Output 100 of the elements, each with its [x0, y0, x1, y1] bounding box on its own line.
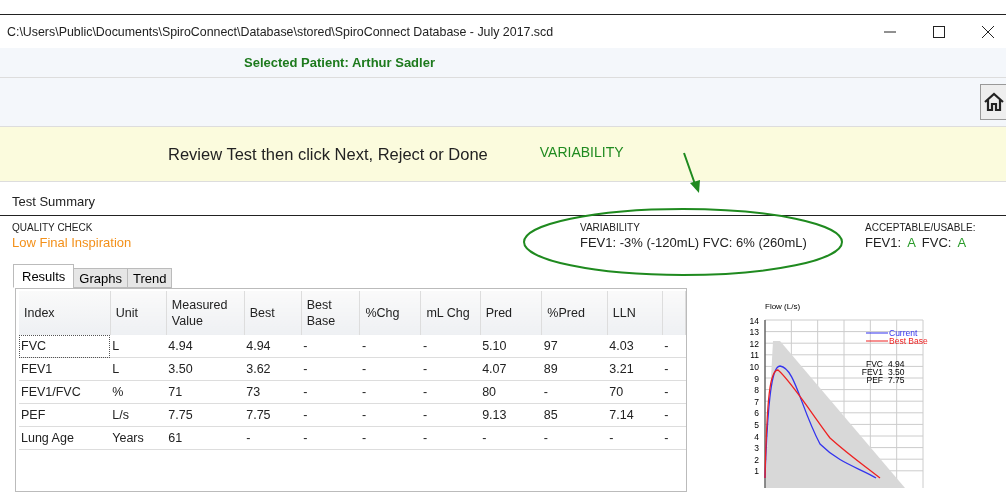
column-header: %Pred [541, 291, 608, 335]
tab[interactable]: Results [13, 264, 75, 288]
table-cell: 89 [541, 357, 608, 381]
table-cell: Years [110, 426, 167, 450]
selected-patient-label: Selected Patient: Arthur Sadler [244, 55, 435, 70]
table-cell: - [301, 357, 360, 381]
column-header: Index [19, 291, 111, 335]
table-cell: 97 [541, 335, 608, 358]
table-cell: 3.50 [166, 357, 245, 381]
tick-label: 8 [754, 385, 759, 396]
grade-value: A [907, 235, 916, 250]
tick-label: 13 [749, 327, 759, 338]
reading-name: PEF [866, 375, 883, 385]
column-header: Unit [110, 291, 167, 335]
table-cell: - [541, 426, 608, 450]
table-cell: 3.21 [607, 357, 663, 381]
tick-label: 1 [754, 466, 759, 477]
quality-check-label: QUALITY CHECK [12, 222, 94, 233]
table-cell: 85 [541, 403, 608, 427]
table-cell: - [244, 426, 302, 450]
variability-label: VARIABILITY [580, 222, 641, 233]
reading-value: 7.75 [888, 375, 905, 385]
table-cell: - [359, 403, 421, 427]
table-cell: - [359, 426, 421, 450]
instruction-text: Review Test then click Next, Reject or Done [168, 144, 488, 164]
table-cell: FEV1 [19, 357, 111, 381]
reading-name: FVC [866, 359, 883, 369]
table-cell: - [301, 380, 360, 404]
table-cell: 5.10 [480, 335, 542, 358]
measure-name: FEV1: [865, 235, 902, 250]
table-cell: 4.03 [607, 335, 663, 358]
table-cell: - [480, 426, 542, 450]
callout-label: VARIABILITY [539, 144, 624, 160]
table-cell: - [607, 426, 663, 450]
quality-check-value: Low Final Inspiration [12, 235, 133, 250]
table-cell: - [420, 380, 481, 404]
tick-label: 4 [754, 431, 759, 442]
table-cell: 4.94 [166, 335, 245, 358]
table-cell: - [420, 426, 481, 450]
table-cell: - [301, 403, 360, 427]
tick-label: 14 [749, 315, 759, 326]
acceptable-label: ACCEPTABLE/USABLE: [865, 222, 976, 233]
table-cell: - [420, 403, 481, 427]
table-cell: - [359, 335, 421, 358]
tick-label: 10 [749, 361, 759, 372]
table-cell: 4.94 [244, 335, 302, 358]
column-header: mL Chg [420, 291, 481, 335]
measure-name: FVC: [921, 235, 952, 250]
table-cell: - [662, 357, 686, 381]
table-cell: FVC [19, 335, 111, 358]
table-cell: - [359, 357, 421, 381]
reading-name: FEV1 [861, 367, 883, 377]
reading-value: 3.50 [888, 367, 905, 377]
column-header: %Chg [359, 291, 421, 335]
table-cell: 9.13 [480, 403, 542, 427]
table-cell: 70 [607, 380, 663, 404]
legend-label: Best Base [889, 336, 928, 346]
table-cell: 80 [480, 380, 542, 404]
table-cell: - [662, 335, 686, 358]
table-cell: - [541, 380, 608, 404]
table-cell: 3.62 [244, 357, 302, 381]
legend-label: Current [889, 328, 918, 338]
table-cell: - [662, 403, 686, 427]
table-cell: - [662, 380, 686, 404]
table-cell: Lung Age [19, 426, 111, 450]
table-cell: 7.75 [244, 403, 302, 427]
tab[interactable]: Trend [127, 268, 173, 288]
table-cell: L [110, 357, 167, 381]
table-cell: - [301, 426, 360, 450]
reading-value: 4.94 [888, 359, 905, 369]
tick-label: 12 [749, 338, 759, 349]
table-cell: 73 [244, 380, 302, 404]
window-title: C:\Users\Public\Documents\SpiroConnect\Database\stored\SpiroConnect Database - July 2017.scd [6, 24, 554, 39]
tick-label: 2 [754, 454, 759, 465]
variability-value: FEV1: -3% (-120mL) FVC: 6% (260mL) [580, 235, 808, 250]
table-cell: - [662, 426, 686, 450]
maximize-icon [933, 25, 945, 38]
table-cell: 7.14 [607, 403, 663, 427]
grade-value: A [957, 235, 967, 250]
table-cell: 7.75 [166, 403, 245, 427]
tab[interactable]: Graphs [73, 268, 128, 288]
tick-label: 3 [754, 443, 759, 454]
column-header: Pred [480, 291, 542, 335]
axis-title: Flow (L/s) [765, 302, 801, 311]
table-cell: % [110, 380, 167, 404]
tick-label: 7 [754, 396, 759, 407]
table-cell: FEV1/FVC [19, 380, 111, 404]
column-header: Best Base [301, 291, 360, 335]
tick-label: 9 [754, 373, 759, 384]
column-header: Best [244, 291, 302, 335]
tick-label: 6 [754, 408, 759, 419]
table-cell: L [110, 335, 167, 358]
home-icon [984, 92, 1004, 112]
table-cell: 4.07 [480, 357, 542, 381]
table-cell: - [301, 335, 360, 358]
table-cell: 61 [166, 426, 245, 450]
table-cell: 71 [166, 380, 245, 404]
header-cell [662, 291, 686, 335]
home-button[interactable] [980, 84, 1006, 120]
column-header: Measured Value [166, 291, 245, 335]
